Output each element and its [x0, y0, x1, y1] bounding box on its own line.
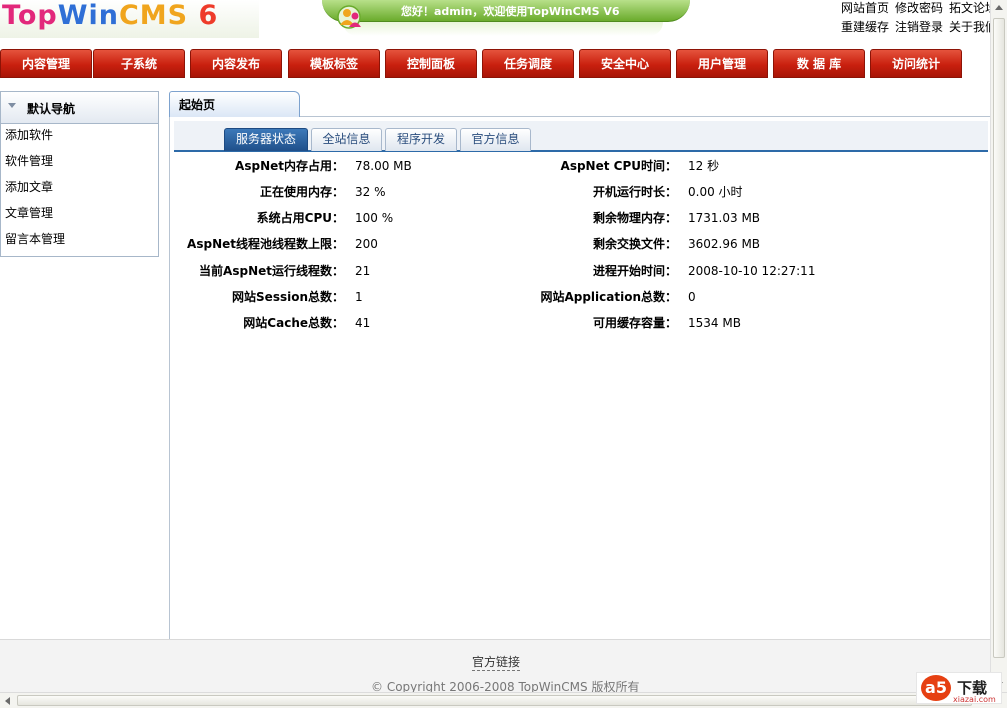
status-label: AspNet CPU时间： [560, 159, 677, 173]
status-label: 网站Session总数： [232, 290, 344, 304]
main-nav: 内容管理 子系统 内容发布 模板标签 控制面板 任务调度 安全中心 用户管理 数… [0, 49, 990, 79]
sidebar-item-add-software[interactable]: 添加软件 [1, 124, 158, 150]
top-links: 网站首页 修改密码 拓文论坛 重建缓存 注销登录 关于我们 [841, 0, 1007, 38]
status-label: 剩余交换文件： [592, 237, 677, 251]
tab-site-info[interactable]: 全站信息 [311, 128, 382, 151]
status-row: 剩余物理内存： 1731.03 MB [510, 208, 980, 228]
status-value: 0.00 小时 [688, 185, 743, 199]
tab-program-dev[interactable]: 程序开发 [385, 128, 457, 151]
official-links[interactable]: 官方链接 [472, 653, 521, 671]
nav-security-center[interactable]: 安全中心 [579, 49, 671, 78]
horizontal-scroll-thumb[interactable] [17, 695, 972, 706]
logo: TopWinCMS 6 [0, 0, 259, 38]
nav-control-panel[interactable]: 控制面板 [385, 49, 477, 78]
logo-part-cms: CMS [118, 0, 189, 31]
collapse-triangle-icon [8, 103, 16, 108]
footer: 官方链接 © Copyright 2006-2008 TopWinCMS 版权所… [0, 639, 990, 694]
logo-text: TopWinCMS 6 [2, 0, 218, 31]
status-value: 21 [355, 264, 371, 278]
nav-database[interactable]: 数 据 库 [773, 49, 865, 78]
sidebar-item-add-article[interactable]: 添加文章 [1, 176, 158, 202]
nav-subsystem[interactable]: 子系统 [93, 49, 185, 78]
horizontal-scrollbar[interactable] [0, 692, 1007, 708]
link-change-password[interactable]: 修改密码 [895, 1, 943, 15]
status-label: AspNet内存占用： [235, 159, 344, 173]
status-value: 0 [688, 290, 696, 304]
welcome-banner: 您好！admin，欢迎使用TopWinCMS V6 [322, 0, 690, 22]
users-icon [337, 5, 361, 29]
sidebar-menu: 添加软件 软件管理 添加文章 文章管理 留言本管理 [0, 124, 159, 257]
sub-tab-bar: 服务器状态 全站信息 程序开发 官方信息 [174, 121, 988, 152]
scroll-left-arrow-icon[interactable] [5, 697, 10, 705]
logo-part-win: Win [57, 0, 119, 31]
status-label: 可用缓存容量： [592, 316, 677, 330]
status-row: 网站Application总数： 0 [510, 287, 980, 307]
header-banner-shade [343, 22, 663, 36]
watermark-logo: a5 下载 xiazai.com [916, 672, 1002, 704]
link-home[interactable]: 网站首页 [841, 1, 889, 15]
status-value: 1 [355, 290, 363, 304]
link-logout[interactable]: 注销登录 [895, 20, 943, 34]
status-row: AspNet内存占用： 78.00 MB [174, 156, 504, 176]
sidebar-item-guestbook-management[interactable]: 留言本管理 [1, 228, 158, 254]
status-value: 200 [355, 237, 378, 251]
status-row: 网站Session总数： 1 [174, 287, 504, 307]
status-value: 2008-10-10 12:27:11 [688, 264, 816, 278]
sidebar-title: 默认导航 [27, 102, 76, 116]
tab-server-status[interactable]: 服务器状态 [224, 128, 308, 151]
scroll-up-arrow-icon[interactable] [995, 5, 1003, 10]
status-label: 进程开始时间： [592, 264, 677, 278]
status-label: 剩余物理内存： [592, 211, 677, 225]
status-row: 开机运行时长： 0.00 小时 [510, 182, 980, 202]
watermark-subtext: xiazai.com [953, 695, 996, 704]
watermark-mark: a5 [921, 675, 951, 701]
tab-start-page[interactable]: 起始页 [169, 91, 300, 117]
status-row: 正在使用内存： 32 % [174, 182, 504, 202]
status-row: AspNet CPU时间： 12 秒 [510, 156, 980, 176]
tab-official-info[interactable]: 官方信息 [460, 128, 531, 151]
sidebar-item-article-management[interactable]: 文章管理 [1, 202, 158, 228]
vertical-scroll-thumb[interactable] [993, 18, 1005, 658]
status-value: 32 % [355, 185, 386, 199]
nav-user-management[interactable]: 用户管理 [676, 49, 768, 78]
logo-part-version: 6 [188, 0, 219, 31]
sidebar-header[interactable]: 默认导航 [0, 91, 159, 124]
logo-part-top: Top [2, 0, 58, 31]
status-value: 41 [355, 316, 371, 330]
status-row: 进程开始时间： 2008-10-10 12:27:11 [510, 261, 980, 281]
status-row: 系统占用CPU： 100 % [174, 208, 504, 228]
status-value: 78.00 MB [355, 159, 412, 173]
status-label: 开机运行时长： [592, 185, 677, 199]
status-row: 网站Cache总数： 41 [174, 313, 504, 333]
link-rebuild-cache[interactable]: 重建缓存 [841, 20, 889, 34]
status-label: 正在使用内存： [259, 185, 344, 199]
status-label: 当前AspNet运行线程数： [199, 264, 344, 278]
status-label: 网站Cache总数： [243, 316, 344, 330]
nav-content-management[interactable]: 内容管理 [0, 49, 92, 78]
nav-visit-stats[interactable]: 访问统计 [870, 49, 962, 78]
status-label: AspNet线程池线程数上限： [187, 237, 344, 251]
vertical-scrollbar[interactable] [990, 0, 1007, 692]
nav-task-schedule[interactable]: 任务调度 [482, 49, 574, 78]
status-value: 100 % [355, 211, 394, 225]
nav-template-tags[interactable]: 模板标签 [288, 49, 380, 78]
nav-content-publish[interactable]: 内容发布 [190, 49, 282, 78]
status-value: 1534 MB [688, 316, 741, 330]
status-row: 当前AspNet运行线程数： 21 [174, 261, 504, 281]
status-row: AspNet线程池线程数上限： 200 [174, 234, 504, 254]
status-row: 剩余交换文件： 3602.96 MB [510, 234, 980, 254]
status-value: 12 秒 [688, 159, 720, 173]
status-label: 网站Application总数： [540, 290, 677, 304]
welcome-text: 您好！admin，欢迎使用TopWinCMS V6 [401, 5, 620, 18]
tab-start-page-label: 起始页 [179, 98, 216, 112]
status-row: 可用缓存容量： 1534 MB [510, 313, 980, 333]
status-value: 3602.96 MB [688, 237, 761, 251]
status-value: 1731.03 MB [688, 211, 761, 225]
sidebar-item-software-management[interactable]: 软件管理 [1, 150, 158, 176]
status-label: 系统占用CPU： [256, 211, 344, 225]
